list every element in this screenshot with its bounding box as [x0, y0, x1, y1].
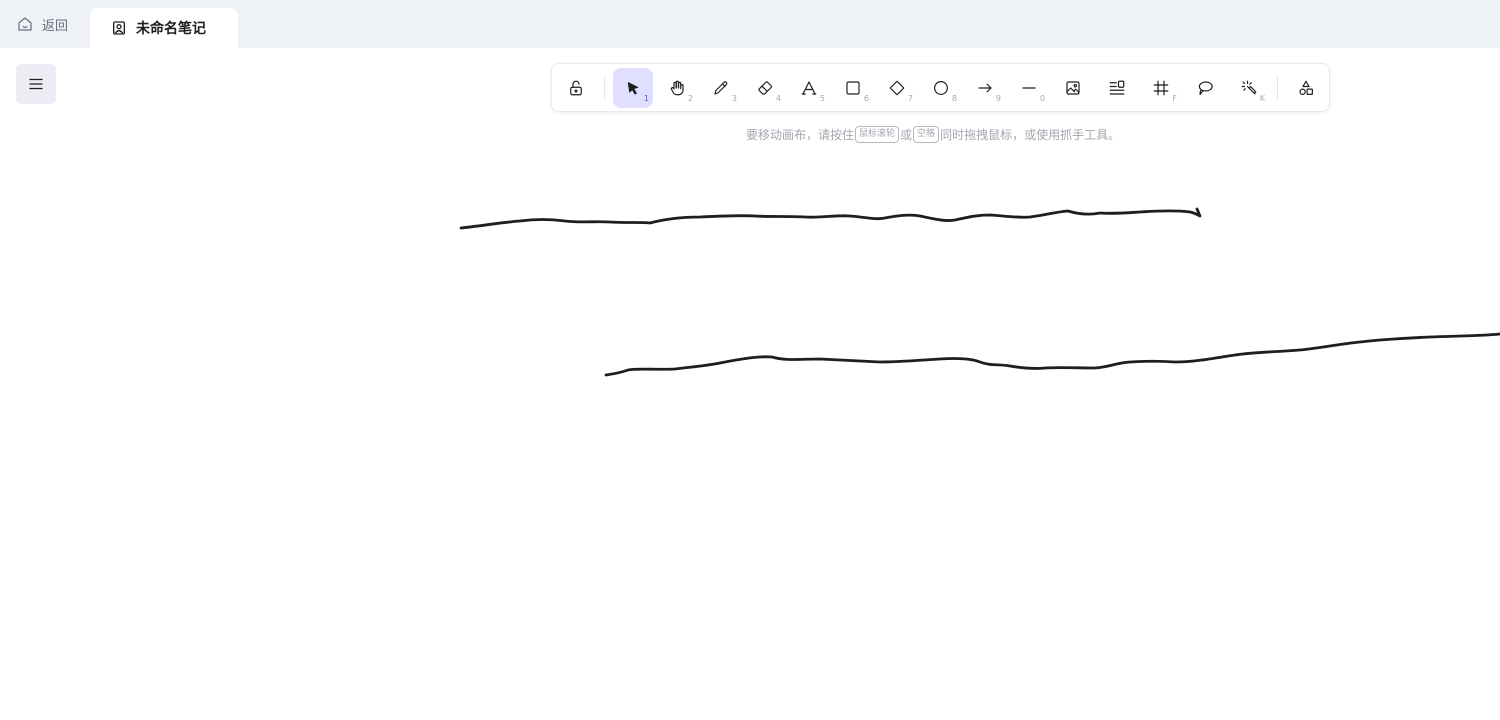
hint-text: 或: [900, 127, 913, 142]
shortcut-key: 2: [687, 94, 693, 103]
line-tool-button[interactable]: 0: [1009, 68, 1049, 108]
lasso-tool-button[interactable]: [1185, 68, 1225, 108]
shortcut-key: 4: [775, 94, 781, 103]
shapes-library-icon: [1297, 79, 1315, 97]
shortcut-key: 3: [731, 94, 737, 103]
text-tool-button[interactable]: 5: [789, 68, 829, 108]
home-icon: [16, 15, 34, 33]
laser-icon: [1240, 79, 1258, 97]
freehand-stroke[interactable]: [459, 207, 1202, 230]
diamond-tool-button[interactable]: 7: [877, 68, 917, 108]
hand-icon: [668, 79, 686, 97]
pencil-icon: [712, 79, 730, 97]
line-icon: [1020, 79, 1038, 97]
text-icon: [800, 79, 818, 97]
text-wrap-tool-button[interactable]: [1097, 68, 1137, 108]
shortcut-key: 0: [1039, 94, 1045, 103]
canvas-hint: 要移动画布，请按住 鼠标滚轮 或 空格 同时拖拽鼠标，或使用抓手工具。: [746, 124, 1120, 144]
frame-icon: [1152, 79, 1170, 97]
toolbar: 1 2 3 4 5 6 7 8 9 0 F K: [551, 63, 1330, 112]
shortcut-key: 9: [995, 94, 1001, 103]
back-tab-label: 返回: [42, 18, 69, 34]
selection-icon: [625, 80, 641, 96]
hint-text: 要移动画布，请按住: [746, 127, 855, 142]
rectangle-tool-button[interactable]: 6: [833, 68, 873, 108]
image-icon: [1064, 79, 1082, 97]
back-tab[interactable]: 返回: [16, 14, 68, 34]
text-wrap-icon: [1108, 79, 1126, 97]
toolbar-divider: [604, 76, 605, 100]
shortcut-key: 6: [863, 94, 869, 103]
shortcut-key: 7: [907, 94, 913, 103]
shortcut-key: 1: [643, 94, 649, 103]
ellipse-icon: [932, 79, 950, 97]
lasso-icon: [1196, 79, 1214, 97]
main-menu-button[interactable]: [16, 64, 56, 104]
shortcut-key: K: [1259, 94, 1265, 103]
shortcut-key: 8: [951, 94, 957, 103]
drawing-canvas[interactable]: [0, 48, 1500, 720]
shortcut-key: F: [1172, 94, 1177, 103]
ellipse-tool-button[interactable]: 8: [921, 68, 961, 108]
freehand-stroke[interactable]: [604, 332, 1500, 377]
rectangle-icon: [844, 79, 862, 97]
eraser-icon: [756, 79, 774, 97]
shapes-library-button[interactable]: [1286, 68, 1326, 108]
eraser-tool-button[interactable]: 4: [745, 68, 785, 108]
toolbar-divider: [1277, 76, 1278, 100]
note-tab-label: 未命名笔记: [136, 21, 206, 37]
tab-untitled-note[interactable]: 未命名笔记: [90, 8, 238, 48]
hint-key-mouse-wheel: 鼠标滚轮: [855, 125, 900, 143]
laser-tool-button[interactable]: K: [1229, 68, 1269, 108]
note-icon: [111, 20, 127, 36]
tab-bar: 返回 未命名笔记: [0, 0, 1500, 48]
lock-tool-button[interactable]: [556, 68, 596, 108]
hint-text: 同时拖拽鼠标，或使用抓手工具。: [940, 127, 1121, 142]
frame-tool-button[interactable]: F: [1141, 68, 1181, 108]
selection-tool-button[interactable]: 1: [613, 68, 653, 108]
diamond-icon: [888, 79, 906, 97]
arrow-tool-button[interactable]: 9: [965, 68, 1005, 108]
image-tool-button[interactable]: [1053, 68, 1093, 108]
lock-icon: [567, 79, 585, 97]
hint-key-space: 空格: [913, 125, 940, 143]
arrow-icon: [976, 79, 994, 97]
shortcut-key: 5: [819, 94, 825, 103]
draw-tool-button[interactable]: 3: [701, 68, 741, 108]
hamburger-icon: [27, 75, 45, 93]
hand-tool-button[interactable]: 2: [657, 68, 697, 108]
